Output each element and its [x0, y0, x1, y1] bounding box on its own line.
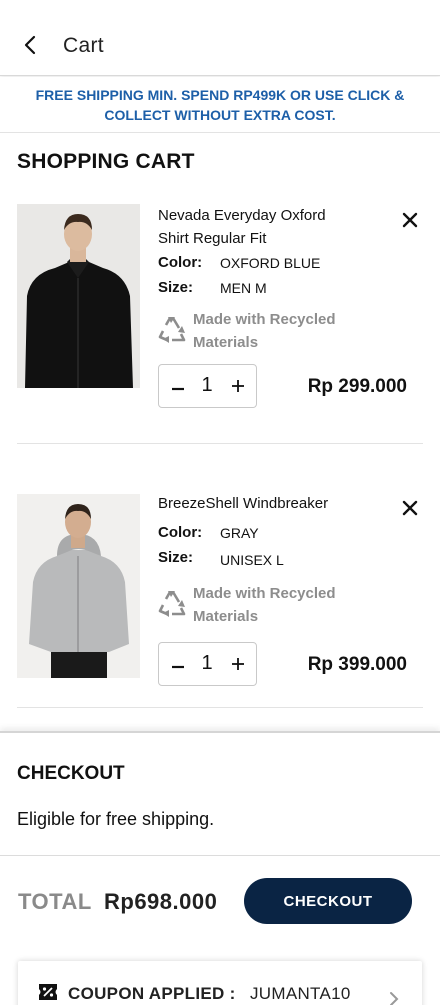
product-name[interactable]: Nevada Everyday Oxford Shirt Regular Fit: [158, 204, 358, 250]
recycled-materials-note: Made with Recycled Materials: [158, 582, 388, 626]
quantity-value: 1: [201, 652, 213, 674]
color-value: GRAY: [220, 525, 259, 541]
decrease-quantity-minus-icon[interactable]: [167, 375, 189, 397]
checkout-panel: CHECKOUT Eligible for free shipping. TOT…: [0, 731, 440, 1005]
quantity-stepper: 1: [158, 642, 257, 686]
product-name[interactable]: BreezeShell Windbreaker: [158, 492, 358, 515]
size-label: Size:: [158, 549, 194, 566]
recycled-text: Made with Recycled Materials: [193, 311, 336, 351]
recycled-materials-note: Made with Recycled Materials: [158, 308, 388, 352]
item-divider: [17, 707, 423, 708]
shopping-cart-title: SHOPPING CART: [17, 150, 195, 173]
quantity-stepper: 1: [158, 364, 257, 408]
checkout-button[interactable]: CHECKOUT: [244, 878, 412, 924]
increase-quantity-plus-icon[interactable]: [227, 375, 249, 397]
product-image[interactable]: [17, 494, 140, 678]
increase-quantity-plus-icon[interactable]: [227, 653, 249, 675]
remove-item-close-icon[interactable]: [400, 210, 420, 230]
remove-item-close-icon[interactable]: [400, 498, 420, 518]
free-shipping-note: Eligible for free shipping.: [17, 809, 215, 829]
quantity-value: 1: [201, 374, 213, 396]
recycle-icon: [158, 591, 186, 617]
chevron-right-icon: [388, 991, 400, 1005]
checkout-title: CHECKOUT: [17, 763, 125, 784]
color-label: Color:: [158, 254, 203, 271]
coupon-code: JUMANTA10: [250, 984, 351, 1003]
coupon-applied-label: COUPON APPLIED :: [68, 984, 236, 1003]
total-label: TOTAL: [18, 889, 92, 914]
size-value: MEN M: [220, 280, 267, 296]
panel-divider: [0, 855, 440, 856]
product-image[interactable]: [17, 204, 140, 388]
back-chevron-icon[interactable]: [18, 32, 44, 58]
coupon-applied-card[interactable]: COUPON APPLIED : JUMANTA10: [18, 961, 422, 1005]
banner-text: FREE SHIPPING MIN. SPEND RP499K OR USE C…: [35, 86, 405, 123]
size-value: UNISEX L: [220, 552, 284, 568]
total-value: Rp698.000: [104, 889, 218, 914]
item-price: Rp 299.000: [307, 376, 407, 397]
free-shipping-banner: FREE SHIPPING MIN. SPEND RP499K OR USE C…: [0, 77, 440, 133]
item-price: Rp 399.000: [307, 654, 407, 675]
size-label: Size:: [158, 279, 194, 296]
color-label: Color:: [158, 524, 203, 541]
item-divider: [17, 443, 423, 444]
page-title: Cart: [63, 34, 104, 57]
recycled-text: Made with Recycled Materials: [193, 585, 336, 625]
recycle-icon: [158, 317, 186, 343]
decrease-quantity-minus-icon[interactable]: [167, 653, 189, 675]
color-value: OXFORD BLUE: [220, 255, 321, 271]
app-header: Cart: [0, 0, 440, 76]
coupon-percent-icon: [38, 983, 58, 1005]
